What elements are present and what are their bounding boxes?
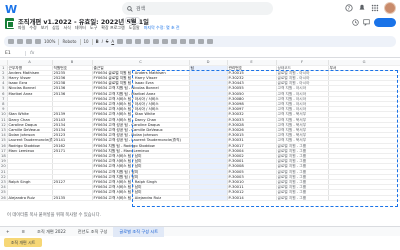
filter-icon[interactable] (198, 39, 205, 44)
align-icon[interactable] (144, 39, 151, 44)
menu-edit[interactable]: 수정 (29, 25, 36, 31)
grid-cell[interactable]: P-30014 (227, 195, 277, 201)
grid-cell[interactable]: Alejandro Ruiz (7, 195, 53, 201)
formula-bar: E1 fx (0, 50, 400, 58)
help-icon[interactable]: ? (345, 4, 353, 12)
top-bar: W 검색 ? (0, 0, 400, 17)
history-icon[interactable] (352, 19, 359, 26)
undo-icon[interactable] (8, 39, 14, 44)
comment-icon[interactable] (363, 19, 370, 26)
menu-view[interactable]: 보기 (41, 25, 48, 31)
toolbar-divider (91, 38, 93, 45)
wrap-icon[interactable] (153, 39, 160, 44)
functions-icon[interactable] (207, 39, 214, 44)
bold-icon[interactable]: B (96, 39, 99, 44)
notifications-icon[interactable] (358, 4, 366, 12)
grid-cell[interactable] (328, 195, 400, 201)
rotate-icon[interactable] (162, 39, 169, 44)
backup-badge[interactable]: 백업 (125, 17, 141, 24)
fx-icon: fx (30, 51, 35, 56)
row-header[interactable]: 16 (0, 143, 8, 149)
sheet-tab-prior-year[interactable]: 전년도 조직 구성 (72, 229, 114, 235)
row-header[interactable]: 23 (0, 179, 8, 186)
toolbar-divider (79, 38, 81, 45)
fill-color-icon[interactable] (117, 39, 124, 44)
copy-notice: 이 데이터를 복사 붙여넣을 위해 복사할 수 있습니다. (7, 213, 101, 218)
grid-cell[interactable]: Laurent Taudernoncle(휴직) (7, 137, 53, 144)
chart-icon[interactable] (189, 39, 196, 44)
share-button[interactable] (374, 18, 396, 27)
apps-grid-icon[interactable] (371, 4, 379, 12)
menu-help[interactable]: 도움말 (129, 25, 140, 31)
link-icon[interactable] (171, 39, 178, 44)
grid-cell[interactable]: FY0634 고객 서비스 팀 - Alejandro Ruiz (92, 195, 190, 201)
grid-cell[interactable]: 글로벌 지원 - 그룹 (276, 195, 329, 201)
toolbar: 100% Roboto 10 B I S A (4, 36, 396, 47)
menu-data[interactable]: 데이터 (75, 25, 86, 31)
document-header: 조직개편 v1.2022 - 유효일: 2022년 5월 1일 백업 파일 수정… (0, 17, 400, 31)
search-bar[interactable]: 검색 (122, 2, 273, 15)
avatar[interactable] (384, 2, 396, 14)
merge-cells-icon[interactable] (135, 39, 142, 44)
italic-icon[interactable]: I (102, 39, 103, 44)
row-header[interactable]: 26 (0, 195, 8, 201)
search-icon (127, 5, 133, 12)
grid-cell[interactable]: FY0634 고객 성공 팀 - Laurent Taudernoncle(휴직… (92, 137, 190, 144)
app-logo-icon[interactable]: W (4, 2, 18, 15)
spreadsheet-grid: ABCDEFGH1근무자명직원번호출근일팀관리번호상태코드부서권한코드 ID2A… (0, 60, 400, 201)
toolbar-divider (58, 38, 60, 45)
sheet-tab-reorg-2022[interactable]: 조직 개편 2022 (31, 229, 72, 235)
paint-format-icon[interactable] (35, 39, 41, 44)
text-color-icon[interactable]: A (111, 39, 114, 44)
print-icon[interactable] (26, 39, 32, 44)
last-edit-notice[interactable]: 마지막 수정: 몇 초 전 (144, 25, 180, 31)
borders-icon[interactable] (126, 39, 133, 44)
strikethrough-icon[interactable]: S (106, 39, 109, 44)
search-placeholder: 검색 (136, 6, 146, 12)
menu-file[interactable]: 파일 (18, 25, 25, 31)
grid-cell[interactable] (189, 195, 228, 201)
zoom-select[interactable]: 100% (44, 39, 55, 44)
all-sheets-button[interactable]: ≡ (16, 229, 32, 234)
font-size-select[interactable]: 10 (84, 39, 89, 44)
grid-cell[interactable]: 25135 (52, 195, 93, 201)
sheet-tab-bar: + ≡ 조직 개편 2022 전년도 조직 구성 글로벌 조직 구성 시트 (0, 226, 400, 237)
add-sheet-button[interactable]: + (0, 229, 16, 234)
menu-bar: 파일 수정 보기 삽입 서식 데이터 도구 확장 프로그램 도움말 마지막 수정… (18, 25, 180, 31)
reorg-sheet-button[interactable]: 조직 개편 시트 (4, 238, 42, 247)
table-row: 26 Alejandro Ruiz 25135 FY0634 고객 서비스 팀 - A… (0, 195, 400, 201)
logo-letter: W (5, 3, 17, 15)
name-box[interactable]: E1 (0, 51, 26, 56)
sheet-tab-global[interactable]: 글로벌 조직 구성 시트 (113, 226, 165, 237)
insert-comment-icon[interactable] (180, 39, 187, 44)
menu-tools[interactable]: 도구 (90, 25, 97, 31)
sheets-icon[interactable] (5, 18, 14, 29)
menu-format[interactable]: 서식 (64, 25, 71, 31)
redo-icon[interactable] (17, 39, 23, 44)
menu-extensions[interactable]: 확장 프로그램 (101, 25, 124, 31)
menu-insert[interactable]: 삽입 (52, 25, 59, 31)
font-select[interactable]: Roboto (62, 39, 76, 44)
row-header[interactable]: 17 (0, 148, 8, 154)
row-header[interactable]: 13 (0, 127, 8, 134)
row-header[interactable]: 18 (0, 153, 8, 160)
